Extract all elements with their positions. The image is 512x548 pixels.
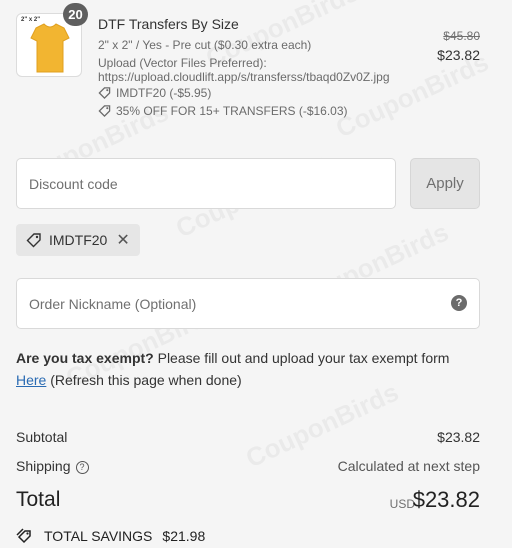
currency-code: USD xyxy=(389,497,415,511)
final-price: $23.82 xyxy=(437,47,480,63)
total-amount: $23.82 xyxy=(412,487,480,512)
order-nickname-placeholder: Order Nickname (Optional) xyxy=(29,295,197,312)
line-discount-label: IMDTF20 (-$5.95) xyxy=(116,86,212,100)
tax-note: (Refresh this page when done) xyxy=(46,372,242,388)
shipping-row: Shipping? xyxy=(16,458,89,474)
upload-label: Upload (Vector Files Preferred): xyxy=(98,56,267,70)
line-discount-1: IMDTF20 (-$5.95) xyxy=(98,86,211,100)
total-label: Total xyxy=(16,488,61,511)
line-discount-2: 35% OFF FOR 15+ TRANSFERS (-$16.03) xyxy=(98,104,348,118)
tag-icon xyxy=(98,105,111,117)
savings-label: TOTAL SAVINGS xyxy=(44,528,153,544)
discount-code-placeholder: Discount code xyxy=(29,175,118,192)
original-price: $45.80 xyxy=(443,29,480,43)
upload-url: https://upload.cloudlift.app/s/transfers… xyxy=(98,70,390,84)
total-savings: TOTAL SAVINGS $21.98 xyxy=(16,528,205,544)
shipping-label: Shipping xyxy=(16,458,71,474)
applied-discount-chip: IMDTF20 ✕ xyxy=(16,224,140,256)
tag-icon xyxy=(98,87,111,99)
subtotal-value: $23.82 xyxy=(437,429,480,445)
quantity-badge: 20 xyxy=(63,3,88,26)
tag-icon xyxy=(26,233,41,248)
help-icon[interactable]: ? xyxy=(451,295,467,311)
product-title: DTF Transfers By Size xyxy=(98,16,239,32)
line-discount-label: 35% OFF FOR 15+ TRANSFERS (-$16.03) xyxy=(116,104,348,118)
savings-tag-icon xyxy=(16,528,31,544)
discount-code-input[interactable]: Discount code xyxy=(16,158,396,209)
applied-code: IMDTF20 xyxy=(49,232,108,248)
tax-question: Are you tax exempt? xyxy=(16,350,154,366)
apply-button[interactable]: Apply xyxy=(410,158,480,209)
tax-instruction: Please fill out and upload your tax exem… xyxy=(153,350,450,366)
shipping-value: Calculated at next step xyxy=(337,458,480,474)
remove-discount-icon[interactable]: ✕ xyxy=(116,230,129,250)
thumbnail-size-label: 2" x 2" xyxy=(21,17,41,23)
order-nickname-input[interactable]: Order Nickname (Optional) xyxy=(16,278,480,329)
tax-form-link[interactable]: Here xyxy=(16,372,46,388)
shipping-info-icon[interactable]: ? xyxy=(75,461,89,474)
tax-exempt-notice: Are you tax exempt? Please fill out and … xyxy=(16,347,486,391)
subtotal-label: Subtotal xyxy=(16,429,68,445)
savings-amount: $21.98 xyxy=(162,528,206,544)
product-variant: 2" x 2" / Yes - Pre cut ($0.30 extra eac… xyxy=(98,38,312,52)
